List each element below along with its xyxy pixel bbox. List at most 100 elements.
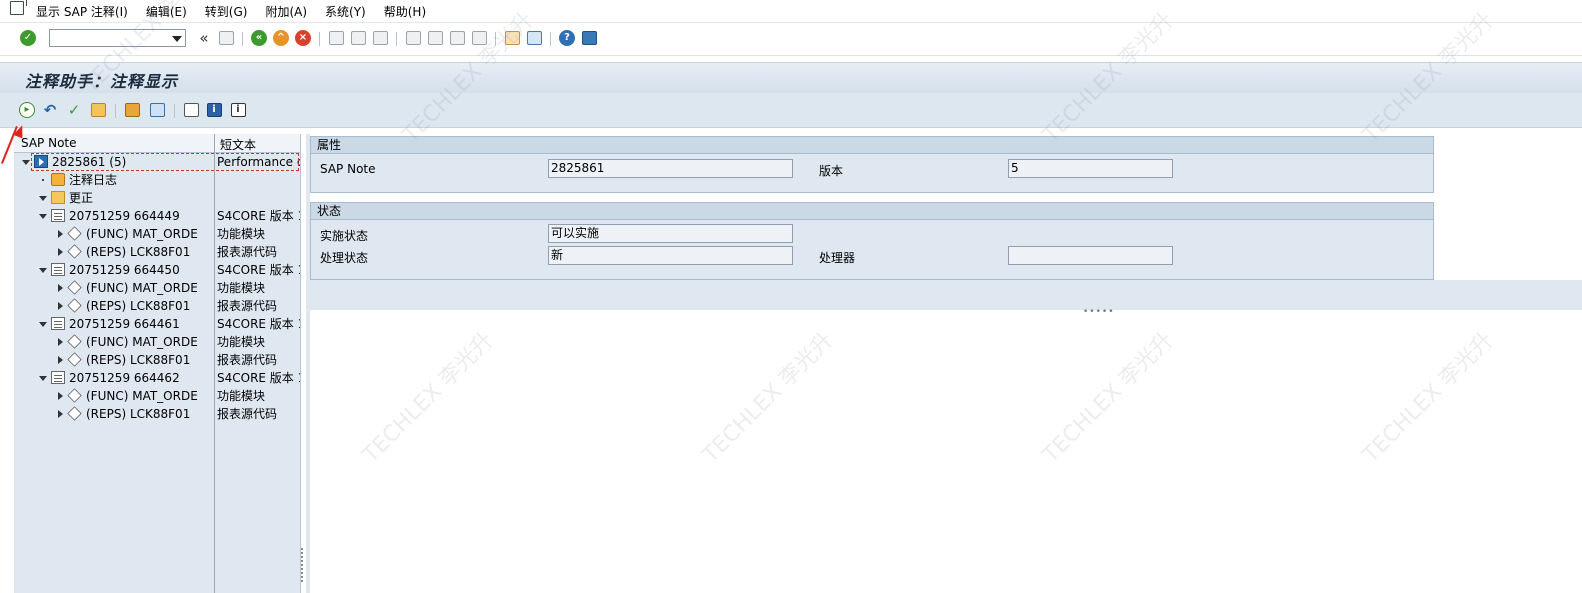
tree-row-name[interactable]: (REPS) LCK88F01 <box>86 243 190 261</box>
first-page-button[interactable] <box>404 29 422 47</box>
new-session-button[interactable] <box>503 29 521 47</box>
sap-note-field[interactable]: 2825861 <box>548 159 793 178</box>
tree-row-name[interactable]: (FUNC) MAT_ORDE <box>86 387 198 405</box>
tree-row[interactable]: (REPS) LCK88F01 报表源代码 <box>14 297 300 315</box>
check-button[interactable]: ✓ <box>65 101 83 119</box>
cancel-button[interactable]: × <box>294 29 312 47</box>
refresh-button[interactable] <box>148 101 166 119</box>
exit-button[interactable]: ^ <box>272 29 290 47</box>
tree-row-name[interactable]: 20751259 664462 <box>69 369 180 387</box>
next-page-button[interactable] <box>448 29 466 47</box>
chevron-down-icon[interactable] <box>172 36 182 42</box>
tree-row-name[interactable]: (FUNC) MAT_ORDE <box>86 279 198 297</box>
menu-goto[interactable]: 转到(G) <box>205 3 248 20</box>
tree-row[interactable]: 更正 <box>14 189 300 207</box>
tree-row[interactable]: (REPS) LCK88F01 报表源代码 <box>14 351 300 369</box>
tree-row[interactable]: (REPS) LCK88F01 报表源代码 <box>14 243 300 261</box>
info-button[interactable]: i <box>205 101 223 119</box>
column-header-short-text[interactable]: 短文本 <box>220 136 256 153</box>
tree-row-name[interactable]: (REPS) LCK88F01 <box>86 297 190 315</box>
tree-row-name[interactable]: 更正 <box>69 189 93 207</box>
folder-icon <box>51 191 65 204</box>
tree-row-name[interactable]: 20751259 664461 <box>69 315 180 333</box>
expand-triangle-icon[interactable] <box>58 356 63 364</box>
execute-button[interactable]: ▸ <box>18 101 36 119</box>
collapse-triangle-icon[interactable] <box>39 196 47 201</box>
help-button[interactable]: ? <box>558 29 576 47</box>
layout-button[interactable] <box>580 29 598 47</box>
processing-status-field[interactable]: 新 <box>548 246 793 265</box>
object-icon <box>67 406 82 421</box>
expand-triangle-icon[interactable] <box>58 302 63 310</box>
check-double-icon: ✓ <box>67 101 81 119</box>
expand-triangle-icon[interactable] <box>58 410 63 418</box>
list-button[interactable] <box>182 101 200 119</box>
menu-edit[interactable]: 编辑(E) <box>146 3 187 20</box>
monitor-icon <box>581 31 597 45</box>
menu-exit-icon[interactable] <box>10 0 27 15</box>
save-icon <box>218 31 234 45</box>
expand-triangle-icon[interactable] <box>58 248 63 256</box>
tree-row[interactable]: (FUNC) MAT_ORDE 功能模块 <box>14 333 300 351</box>
tree-row[interactable]: 20751259 664449 S4CORE 版本 1 <box>14 207 300 225</box>
tree-row-short-text: S4CORE 版本 1 <box>217 209 300 223</box>
column-header-sap-note[interactable]: SAP Note <box>21 136 77 150</box>
find-button[interactable] <box>349 29 367 47</box>
version-field[interactable]: 5 <box>1008 159 1173 178</box>
tree-row[interactable]: (FUNC) MAT_ORDE 功能模块 <box>14 387 300 405</box>
tree-row[interactable]: 20751259 664450 S4CORE 版本 1 <box>14 261 300 279</box>
tree-row-name[interactable]: (REPS) LCK88F01 <box>86 351 190 369</box>
tree-row[interactable]: 注释日志 <box>14 171 300 189</box>
tree-row-short-text: 功能模块 <box>217 389 266 403</box>
menu-system[interactable]: 系统(Y) <box>325 3 366 20</box>
attributes-group: 属性 SAP Note 2825861 版本 5 <box>310 136 1434 193</box>
previous-page-button[interactable] <box>426 29 444 47</box>
tree-row[interactable]: (FUNC) MAT_ORDE 功能模块 <box>14 279 300 297</box>
tree-row[interactable]: 20751259 664462 S4CORE 版本 1 <box>14 369 300 387</box>
document-icon <box>51 371 65 384</box>
undo-button[interactable]: ↶ <box>41 101 59 119</box>
collapse-triangle-icon[interactable] <box>39 322 47 327</box>
collapse-triangle-icon[interactable] <box>22 160 30 165</box>
tree-row[interactable]: (REPS) LCK88F01 报表源代码 <box>14 405 300 423</box>
details-button[interactable]: i <box>229 101 247 119</box>
expand-triangle-icon[interactable] <box>58 230 63 238</box>
print-button[interactable] <box>327 29 345 47</box>
shortcut-button[interactable] <box>525 29 543 47</box>
menu-display-note[interactable]: 显示 SAP 注释(I) <box>36 3 128 20</box>
tree-row-name[interactable]: (REPS) LCK88F01 <box>86 405 190 423</box>
find-next-button[interactable] <box>371 29 389 47</box>
collapse-triangle-icon[interactable] <box>39 214 47 219</box>
collapse-triangle-icon[interactable] <box>39 376 47 381</box>
collapse-chevrons[interactable]: « <box>195 29 213 47</box>
menu-extras[interactable]: 附加(A) <box>265 3 307 20</box>
processing-status-label: 处理状态 <box>320 251 369 265</box>
back-button[interactable]: « <box>250 29 268 47</box>
leaf-dot-icon[interactable] <box>42 179 44 181</box>
command-field[interactable] <box>49 29 186 47</box>
expand-triangle-icon[interactable] <box>58 284 63 292</box>
enter-button[interactable]: ✓ <box>19 29 37 47</box>
collapse-triangle-icon[interactable] <box>39 268 47 273</box>
tree-row-name[interactable]: 20751259 664449 <box>69 207 180 225</box>
tree-row[interactable]: 20751259 664461 S4CORE 版本 1 <box>14 315 300 333</box>
horizontal-splitter-area <box>306 280 1582 310</box>
next-page-icon <box>449 31 465 45</box>
tree-row-name[interactable]: (FUNC) MAT_ORDE <box>86 225 198 243</box>
tree-row-short-text: 功能模块 <box>217 281 266 295</box>
refresh-icon <box>149 103 165 117</box>
download-button[interactable] <box>123 101 141 119</box>
save-button[interactable] <box>217 29 235 47</box>
vertical-splitter-handle[interactable] <box>301 548 307 582</box>
expand-triangle-icon[interactable] <box>58 392 63 400</box>
menu-help[interactable]: 帮助(H) <box>384 3 426 20</box>
tree-row-name[interactable]: (FUNC) MAT_ORDE <box>86 333 198 351</box>
processor-field[interactable] <box>1008 246 1173 265</box>
expand-triangle-icon[interactable] <box>58 338 63 346</box>
implementation-status-field[interactable]: 可以实施 <box>548 224 793 243</box>
tree-row-name[interactable]: 20751259 664450 <box>69 261 180 279</box>
assign-button[interactable] <box>89 101 107 119</box>
tree-row-name[interactable]: 注释日志 <box>69 171 117 189</box>
tree-row[interactable]: (FUNC) MAT_ORDE 功能模块 <box>14 225 300 243</box>
last-page-button[interactable] <box>470 29 488 47</box>
